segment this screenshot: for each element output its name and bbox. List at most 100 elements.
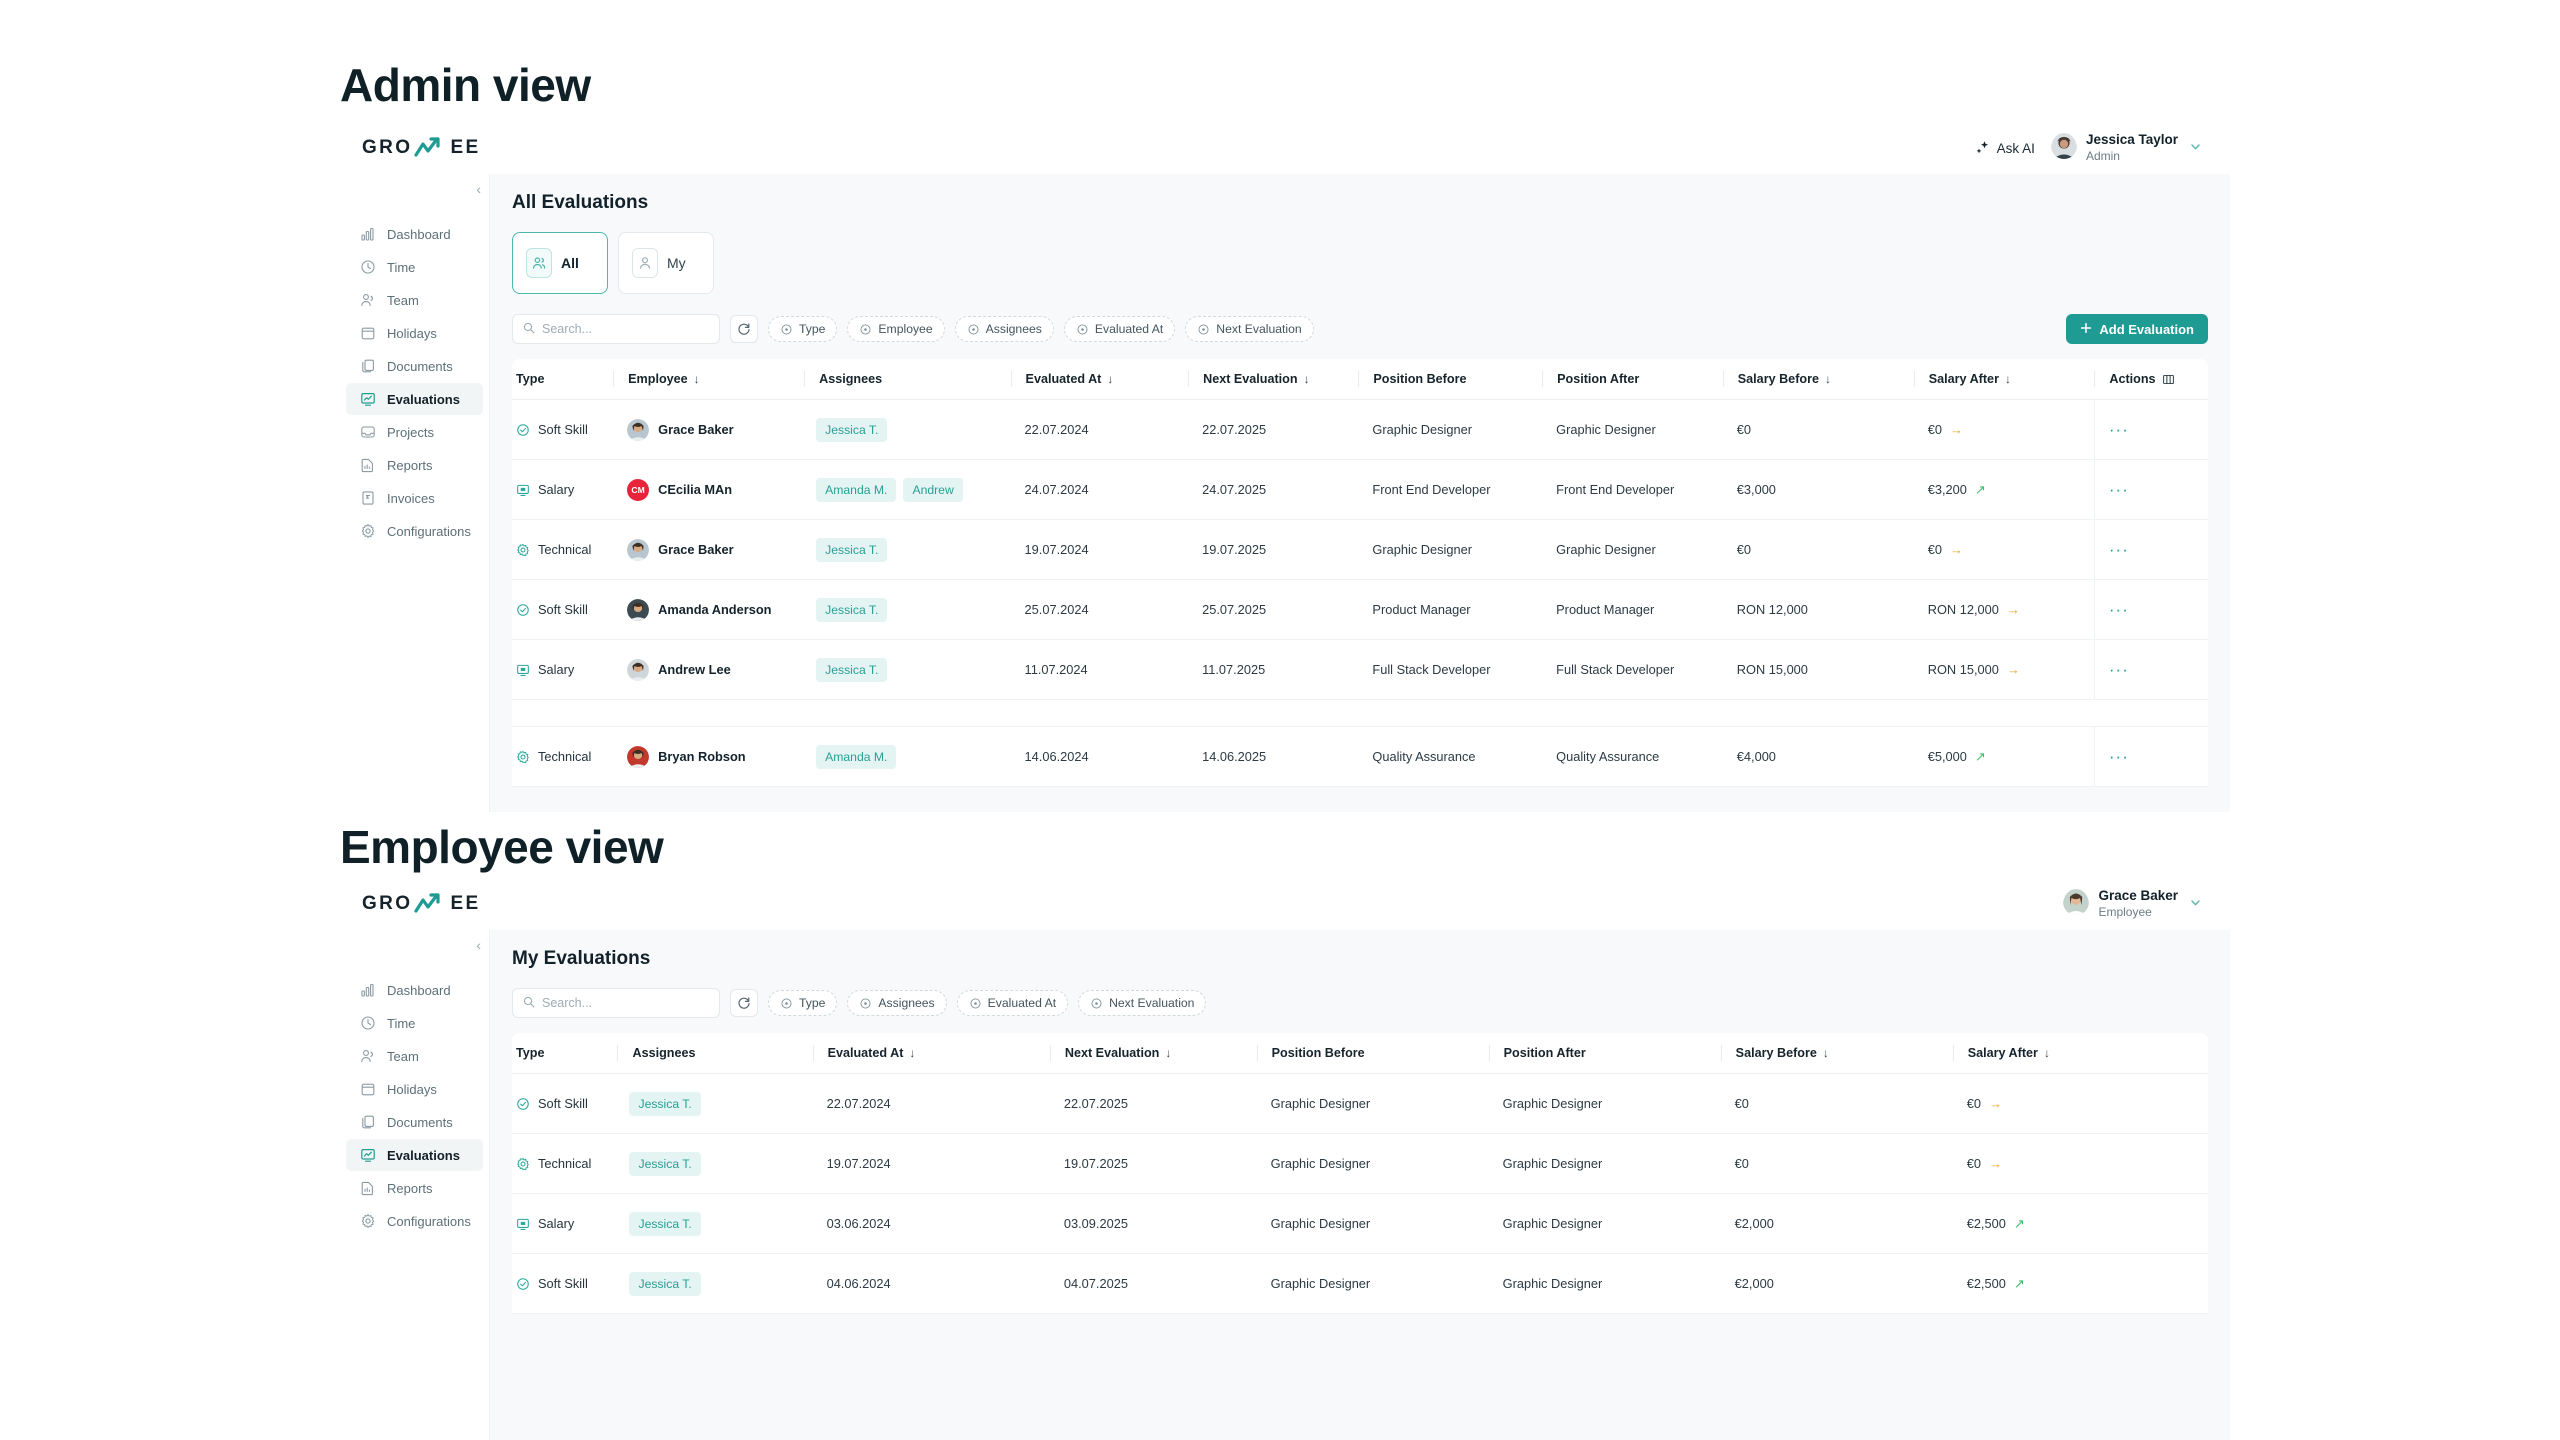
column-header-evaluated-at[interactable]: Evaluated At ↓ <box>1010 359 1189 400</box>
sidebar-collapse-button[interactable]: ‹ <box>476 182 481 196</box>
admin-user-menu[interactable]: Jessica Taylor Admin <box>2050 132 2202 163</box>
search-input[interactable]: Search... <box>512 988 720 1018</box>
table-row[interactable]: Soft Skill Jessica T. 22.07.2024 22.07.2025… <box>512 1073 2208 1134</box>
employee-user-menu[interactable]: Grace Baker Employee <box>2063 888 2202 919</box>
sort-descending-icon[interactable]: ↓ <box>1304 372 1310 386</box>
sidebar-item-holidays[interactable]: Holidays <box>346 317 483 349</box>
table-row[interactable]: Technical Jessica T. 19.07.2024 19.07.2025 G… <box>512 1133 2208 1194</box>
sort-descending-icon[interactable]: ↓ <box>909 1046 915 1060</box>
logo-text-right: EE <box>450 137 481 158</box>
assignee-tag[interactable]: Jessica T. <box>629 1091 701 1116</box>
sidebar-item-time[interactable]: Time <box>346 251 483 283</box>
sidebar-item-evaluations[interactable]: Evaluations <box>346 1139 483 1171</box>
table-row[interactable]: Technical Bryan Robson Amanda M. 14.06.2024… <box>512 726 2208 787</box>
sidebar-item-evaluations[interactable]: Evaluations <box>346 383 483 415</box>
row-actions-button[interactable]: ··· <box>2095 600 2208 620</box>
assignee-tag[interactable]: Amanda M. <box>816 477 897 502</box>
filter-chip-type[interactable]: Type <box>768 990 838 1016</box>
add-evaluation-button[interactable]: Add Evaluation <box>2066 314 2208 344</box>
table-row[interactable]: Salary CM CEcilia MAn Amanda M. Andrew 24.07.… <box>512 459 2208 520</box>
sidebar-item-configurations[interactable]: Configurations <box>346 1205 483 1237</box>
app-logo[interactable]: GRO EE <box>362 136 481 160</box>
cell-salary-before: RON 15,000 <box>1722 639 1914 700</box>
column-header-evaluated-at[interactable]: Evaluated At ↓ <box>812 1033 1050 1074</box>
row-actions-button[interactable]: ··· <box>2095 420 2208 440</box>
chevron-down-icon[interactable] <box>2189 140 2202 156</box>
columns-icon[interactable] <box>2162 373 2175 386</box>
scope-tab-all[interactable]: All <box>512 232 608 294</box>
sort-descending-icon[interactable]: ↓ <box>1825 372 1831 386</box>
sort-descending-icon[interactable]: ↓ <box>2044 1046 2050 1060</box>
assignee-tag[interactable]: Jessica T. <box>816 597 888 622</box>
row-actions-button[interactable]: ··· <box>2095 747 2208 767</box>
sidebar-item-documents[interactable]: Documents <box>346 350 483 382</box>
table-row-partial[interactable]: SalaryAndrew LeeJessica T.11.07.202411.0… <box>512 699 2208 727</box>
sidebar-item-reports[interactable]: Reports <box>346 449 483 481</box>
calendar-icon <box>360 1081 376 1097</box>
cell-actions[interactable]: ··· <box>2093 519 2208 580</box>
column-header-salary-before[interactable]: Salary Before ↓ <box>1720 1033 1953 1074</box>
sort-descending-icon[interactable]: ↓ <box>694 372 700 386</box>
filter-chip-evaluated-at[interactable]: Evaluated At <box>956 990 1069 1016</box>
sidebar-item-time[interactable]: Time <box>346 1007 483 1039</box>
table-row[interactable]: Technical Grace Baker Jessica T. 19.07.2024… <box>512 519 2208 580</box>
assignee-tag[interactable]: Jessica T. <box>816 417 888 442</box>
filter-chip-next-evaluation[interactable]: Next Evaluation <box>1078 990 1207 1016</box>
table-row[interactable]: Salary Andrew Lee Jessica T. 11.07.2024 11.0… <box>512 639 2208 700</box>
row-actions-button[interactable]: ··· <box>2095 480 2208 500</box>
employee-name: Grace Baker <box>658 542 734 557</box>
filter-chip-evaluated-at[interactable]: Evaluated At <box>1063 316 1176 342</box>
sidebar-item-team[interactable]: Team <box>346 284 483 316</box>
sidebar-collapse-button[interactable]: ‹ <box>476 938 481 952</box>
sidebar-item-dashboard[interactable]: Dashboard <box>346 974 483 1006</box>
row-actions-button[interactable]: ··· <box>2095 540 2208 560</box>
assignee-tag[interactable]: Jessica T. <box>629 1211 701 1236</box>
column-header-next-evaluation[interactable]: Next Evaluation ↓ <box>1188 359 1359 400</box>
scope-tab-my[interactable]: My <box>618 232 714 294</box>
filter-chip-type[interactable]: Type <box>768 316 838 342</box>
filter-chip-employee[interactable]: Employee <box>847 316 945 342</box>
sidebar-item-team[interactable]: Team <box>346 1040 483 1072</box>
search-input[interactable]: Search... <box>512 314 720 344</box>
row-actions-button[interactable]: ··· <box>2095 660 2208 680</box>
column-header-employee[interactable]: Employee ↓ <box>613 359 805 400</box>
table-row[interactable]: Soft Skill Grace Baker Jessica T. 22.07.202… <box>512 399 2208 460</box>
sidebar-item-configurations[interactable]: Configurations <box>346 515 483 547</box>
assignee-tag[interactable]: Jessica T. <box>629 1271 701 1296</box>
app-logo[interactable]: GRO EE <box>362 892 481 916</box>
cell-actions[interactable]: ··· <box>2093 726 2208 787</box>
cell-actions[interactable]: ··· <box>2093 459 2208 520</box>
filter-chip-next-evaluation[interactable]: Next Evaluation <box>1185 316 1314 342</box>
ask-ai-button[interactable]: Ask AI <box>1975 140 2035 156</box>
sort-descending-icon[interactable]: ↓ <box>1165 1046 1171 1060</box>
refresh-button[interactable] <box>730 989 758 1017</box>
table-row[interactable]: Soft Skill Amanda Anderson Jessica T. 25.07… <box>512 579 2208 640</box>
sidebar-item-dashboard[interactable]: Dashboard <box>346 218 483 250</box>
sort-descending-icon[interactable]: ↓ <box>1823 1046 1829 1060</box>
column-header-next-evaluation[interactable]: Next Evaluation ↓ <box>1049 1033 1257 1074</box>
table-row[interactable]: Soft Skill Jessica T. 04.06.2024 04.07.2025… <box>512 1253 2208 1314</box>
sidebar-item-invoices[interactable]: Invoices <box>346 482 483 514</box>
assignee-tag[interactable]: Jessica T. <box>816 537 888 562</box>
column-header-salary-before[interactable]: Salary Before ↓ <box>1722 359 1914 400</box>
cell-actions[interactable]: ··· <box>2093 639 2208 700</box>
sidebar-item-projects[interactable]: Projects <box>346 416 483 448</box>
cell-actions[interactable]: ··· <box>2093 399 2208 460</box>
column-header-salary-after[interactable]: Salary After ↓ <box>1952 1033 2208 1074</box>
sort-descending-icon[interactable]: ↓ <box>1107 372 1113 386</box>
cell-actions[interactable]: ··· <box>2093 579 2208 640</box>
assignee-tag[interactable]: Jessica T. <box>816 657 888 682</box>
chevron-down-icon[interactable] <box>2189 896 2202 912</box>
refresh-button[interactable] <box>730 315 758 343</box>
assignee-tag[interactable]: Amanda M. <box>816 744 897 769</box>
filter-chip-assignees[interactable]: Assignees <box>847 990 947 1016</box>
column-header-salary-after[interactable]: Salary After ↓ <box>1913 359 2095 400</box>
sort-descending-icon[interactable]: ↓ <box>2005 372 2011 386</box>
table-row[interactable]: Salary Jessica T. 03.06.2024 03.09.2025 Grap… <box>512 1193 2208 1254</box>
sidebar-item-documents[interactable]: Documents <box>346 1106 483 1138</box>
sidebar-item-holidays[interactable]: Holidays <box>346 1073 483 1105</box>
sidebar-item-reports[interactable]: Reports <box>346 1172 483 1204</box>
filter-chip-assignees[interactable]: Assignees <box>954 316 1054 342</box>
assignee-tag[interactable]: Andrew <box>903 477 963 502</box>
assignee-tag[interactable]: Jessica T. <box>629 1151 701 1176</box>
